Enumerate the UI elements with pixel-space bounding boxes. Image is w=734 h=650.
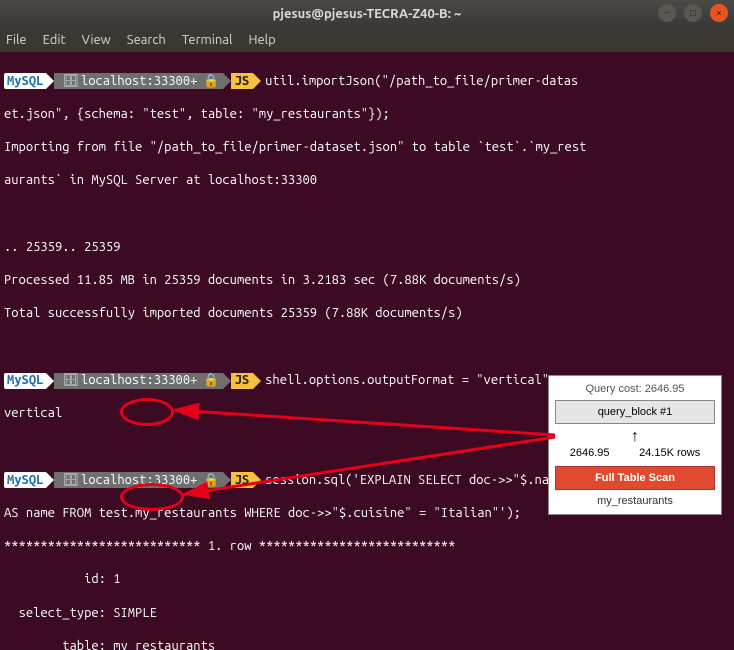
lock-icon: 🔒 [203, 373, 222, 389]
window-title: pjesus@pjesus-TECRA-Z40-B: ~ [0, 6, 734, 23]
command-text: et.json", {schema: "test", table: "my_re… [4, 106, 730, 123]
table-name: my_restaurants [555, 494, 715, 508]
prompt-mysql: MySQL [4, 373, 46, 389]
prompt-host: 🗄localhost:33300+ [54, 373, 203, 389]
lock-icon: 🔒 [203, 73, 222, 89]
explain-table: table: my_restaurants [4, 638, 730, 650]
prompt-arrow-icon [253, 472, 261, 488]
command-text: util.importJson("/path_to_file/primer-da… [265, 74, 578, 88]
window-titlebar: pjesus@pjesus-TECRA-Z40-B: ~ – □ × [0, 0, 734, 28]
database-icon: 🗄 [58, 372, 81, 389]
annotation-ellipse-rows [120, 483, 184, 511]
prompt-arrow-icon [46, 373, 54, 389]
output-line: .. 25359.. 25359 [4, 239, 730, 256]
database-icon: 🗄 [58, 472, 81, 489]
prompt-arrow-icon [223, 472, 231, 488]
stat-cost: 2646.95 [570, 446, 610, 460]
menu-bar: File Edit View Search Terminal Help [0, 28, 734, 52]
minimize-button[interactable]: – [658, 4, 676, 22]
output-line: Total successfully imported documents 25… [4, 305, 730, 322]
close-button[interactable]: × [710, 4, 728, 22]
prompt-mysql: MySQL [4, 73, 46, 89]
query-cost: Query cost: 2646.95 [555, 382, 715, 396]
prompt-arrow-icon [253, 73, 261, 89]
menu-edit[interactable]: Edit [43, 32, 66, 49]
explain-id: id: 1 [4, 571, 730, 588]
command-text: shell.options.outputFormat = "vertical"; [265, 373, 556, 387]
output-line [4, 206, 730, 223]
query-block: query_block #1 [555, 400, 715, 424]
command-text: session.sql('EXPLAIN SELECT doc->>"$.nam… [265, 473, 578, 487]
output-line: *************************** 1. row *****… [4, 538, 730, 555]
output-line [4, 339, 730, 356]
prompt-arrow-icon [223, 373, 231, 389]
output-line: Processed 11.85 MB in 25359 documents in… [4, 272, 730, 289]
output-line: aurants` in MySQL Server at localhost:33… [4, 172, 730, 189]
menu-file[interactable]: File [6, 32, 27, 49]
prompt-mode: JS [231, 472, 254, 488]
prompt-arrow-icon [46, 472, 54, 488]
prompt-mysql: MySQL [4, 472, 46, 488]
explain-select-type: select_type: SIMPLE [4, 605, 730, 622]
visual-explain-panel: Query cost: 2646.95 query_block #1 ↑ 264… [548, 375, 722, 515]
terminal-output[interactable]: MySQL🗄localhost:33300+🔒JSutil.importJson… [0, 52, 734, 650]
prompt-arrow-icon [223, 73, 231, 89]
output-line: Importing from file "/path_to_file/prime… [4, 139, 730, 156]
menu-help[interactable]: Help [248, 32, 275, 49]
maximize-button[interactable]: □ [684, 4, 702, 22]
menu-terminal[interactable]: Terminal [182, 32, 233, 49]
prompt-host: 🗄localhost:33300+ [54, 73, 203, 89]
menu-search[interactable]: Search [127, 32, 166, 49]
arrow-up-icon: ↑ [555, 430, 715, 444]
prompt-arrow-icon [46, 73, 54, 89]
menu-view[interactable]: View [82, 32, 111, 49]
prompt-arrow-icon [253, 373, 261, 389]
annotation-ellipse-type [120, 398, 174, 426]
database-icon: 🗄 [58, 73, 81, 90]
prompt-mode: JS [231, 373, 254, 389]
stat-rows: 24.15K rows [639, 446, 700, 460]
lock-icon: 🔒 [203, 472, 222, 488]
full-table-scan: Full Table Scan [555, 466, 715, 490]
prompt-mode: JS [231, 73, 254, 89]
